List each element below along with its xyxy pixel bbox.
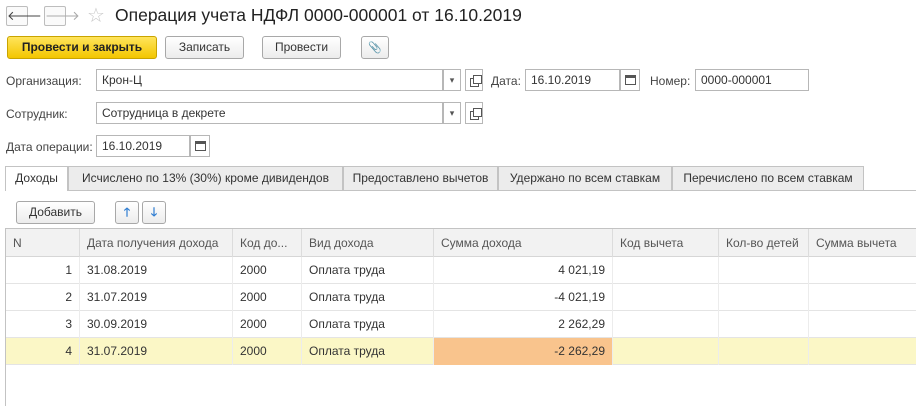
operation-date-field[interactable]: 16.10.2019 [96, 135, 190, 157]
forward-button[interactable]: 🡒 [44, 6, 80, 26]
column-header-n[interactable]: N [6, 229, 80, 257]
cell-income-amount: 4 021,19 [434, 257, 613, 284]
cell-deduction-code [613, 284, 719, 311]
number-label: Номер: [650, 74, 691, 88]
cell-deduction-amount [809, 311, 916, 338]
tab-transferred[interactable]: Перечислено по всем ставкам [672, 166, 864, 190]
cell-n: 3 [6, 311, 80, 338]
open-icon [470, 75, 482, 87]
organization-label: Организация: [6, 74, 82, 88]
cell-deduction-code [613, 311, 719, 338]
organization-dropdown-button[interactable]: ▾ [443, 69, 461, 91]
cell-children-count [719, 338, 809, 365]
move-up-button[interactable]: 🡑 [115, 201, 139, 224]
column-header-income-amount[interactable]: Сумма дохода [434, 229, 613, 257]
cell-income-date: 31.08.2019 [80, 257, 233, 284]
paperclip-icon: 📎 [368, 42, 382, 54]
operation-date-label: Дата операции: [6, 140, 93, 154]
cell-deduction-amount [809, 257, 916, 284]
back-button[interactable]: 🡐 [6, 6, 42, 26]
employee-label: Сотрудник: [6, 107, 68, 121]
table-header: N Дата получения дохода Код до... Вид до… [6, 229, 916, 257]
open-icon [470, 108, 482, 120]
calendar-icon [625, 75, 636, 85]
cell-deduction-code [613, 257, 719, 284]
cell-income-type: Оплата труда [302, 284, 434, 311]
post-button[interactable]: Провести [262, 36, 341, 59]
column-header-income-date[interactable]: Дата получения дохода [80, 229, 233, 257]
tab-deductions[interactable]: Предоставлено вычетов [343, 166, 498, 190]
attach-button[interactable]: 📎 [361, 36, 389, 59]
date-label: Дата: [491, 74, 521, 88]
date-field[interactable]: 16.10.2019 [525, 69, 620, 91]
table-row[interactable]: 2 31.07.2019 2000 Оплата труда -4 021,19 [6, 284, 916, 311]
cell-income-code: 2000 [233, 284, 302, 311]
cell-children-count [719, 311, 809, 338]
cell-children-count [719, 257, 809, 284]
add-row-button[interactable]: Добавить [16, 201, 95, 224]
table-row[interactable]: 1 31.08.2019 2000 Оплата труда 4 021,19 [6, 257, 916, 284]
cell-n: 1 [6, 257, 80, 284]
page-title: Операция учета НДФЛ 0000-000001 от 16.10… [115, 5, 522, 25]
cell-children-count [719, 284, 809, 311]
cell-income-type: Оплата труда [302, 257, 434, 284]
table-row-selected[interactable]: 4 31.07.2019 2000 Оплата труда -2 262,29 [6, 338, 916, 365]
arrow-up-icon: 🡑 [123, 205, 131, 219]
cell-income-amount: -4 021,19 [434, 284, 613, 311]
column-header-deduction-amount[interactable]: Сумма вычета [809, 229, 916, 257]
cell-income-amount-active[interactable]: -2 262,29 [434, 338, 613, 365]
cell-income-code: 2000 [233, 338, 302, 365]
chevron-down-icon: ▾ [449, 75, 455, 85]
cell-income-date: 31.07.2019 [80, 338, 233, 365]
cell-income-date: 31.07.2019 [80, 284, 233, 311]
column-header-income-type[interactable]: Вид дохода [302, 229, 434, 257]
cell-deduction-amount [809, 284, 916, 311]
cell-income-type: Оплата труда [302, 311, 434, 338]
cell-income-date: 30.09.2019 [80, 311, 233, 338]
tab-calculated[interactable]: Исчислено по 13% (30%) кроме дивидендов [68, 166, 343, 190]
employee-dropdown-button[interactable]: ▾ [443, 102, 461, 124]
number-field[interactable]: 0000-000001 [695, 69, 809, 91]
cell-income-type: Оплата труда [302, 338, 434, 365]
employee-open-button[interactable] [465, 102, 483, 124]
tab-divider [68, 190, 916, 191]
cell-n: 4 [6, 338, 80, 365]
income-table[interactable]: N Дата получения дохода Код до... Вид до… [5, 228, 916, 406]
write-button[interactable]: Записать [165, 36, 244, 59]
cell-income-code: 2000 [233, 311, 302, 338]
cell-deduction-code [613, 338, 719, 365]
column-header-income-code[interactable]: Код до... [233, 229, 302, 257]
organization-field[interactable]: Крон-Ц [96, 69, 443, 91]
column-header-children-count[interactable]: Кол-во детей [719, 229, 809, 257]
cell-deduction-amount [809, 338, 916, 365]
operation-date-calendar-button[interactable] [190, 135, 210, 157]
cell-income-code: 2000 [233, 257, 302, 284]
tab-withheld[interactable]: Удержано по всем ставкам [498, 166, 672, 190]
post-and-close-button[interactable]: Провести и закрыть [7, 36, 157, 59]
organization-open-button[interactable] [465, 69, 483, 91]
column-header-deduction-code[interactable]: Код вычета [613, 229, 719, 257]
cell-n: 2 [6, 284, 80, 311]
chevron-down-icon: ▾ [449, 108, 455, 118]
arrow-down-icon: 🡓 [150, 205, 158, 219]
back-arrow-icon: 🡐 [7, 8, 42, 23]
cell-income-amount: 2 262,29 [434, 311, 613, 338]
favorite-star-icon[interactable]: ☆ [87, 3, 105, 28]
employee-field[interactable]: Сотрудница в декрете [96, 102, 443, 124]
move-down-button[interactable]: 🡓 [142, 201, 166, 224]
forward-arrow-icon: 🡒 [45, 8, 80, 23]
tab-income[interactable]: Доходы [5, 166, 68, 191]
date-calendar-button[interactable] [620, 69, 640, 91]
calendar-icon [195, 141, 206, 151]
table-row[interactable]: 3 30.09.2019 2000 Оплата труда 2 262,29 [6, 311, 916, 338]
